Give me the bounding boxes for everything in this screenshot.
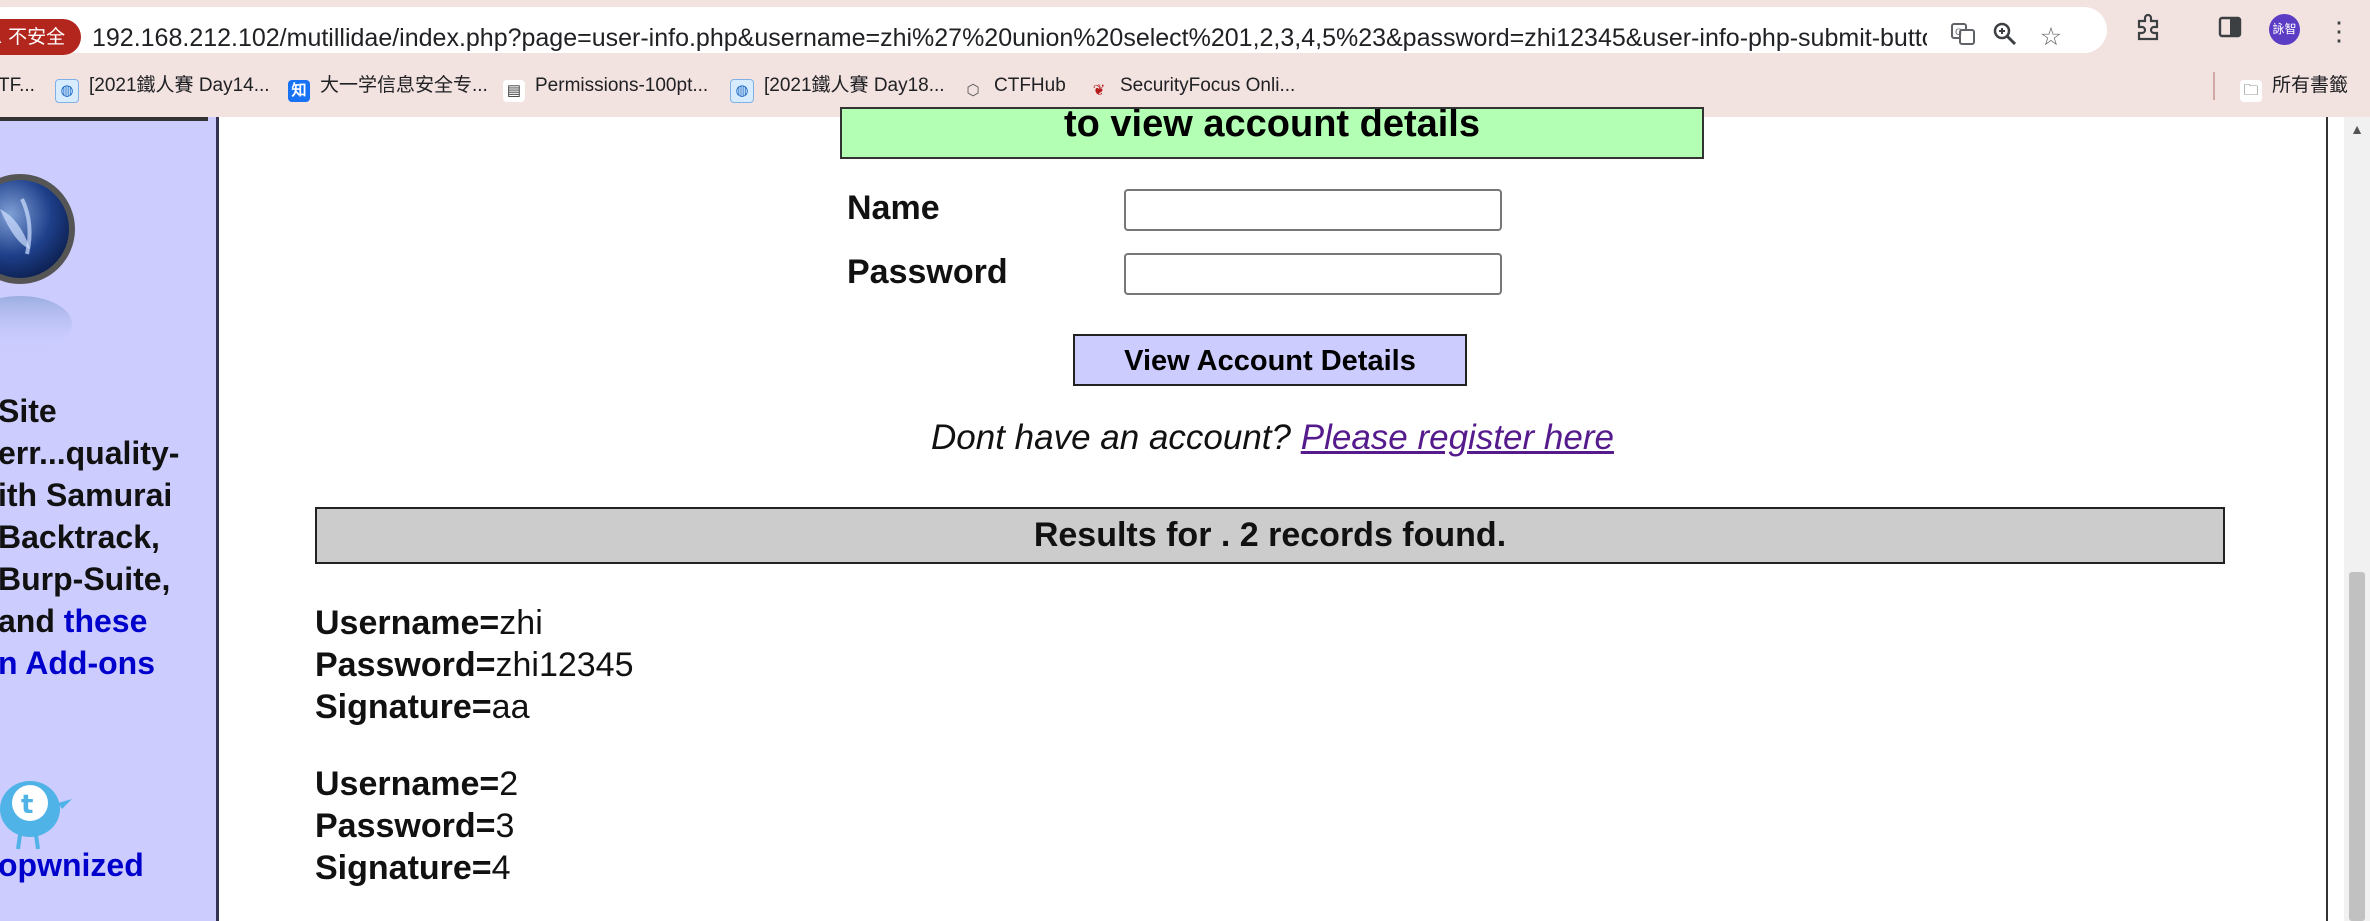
sidebar: Site err...quality- ith Samurai Backtrac… <box>0 117 219 921</box>
username-value: zhi <box>499 604 543 642</box>
password-input[interactable] <box>1124 253 1502 295</box>
security-chip[interactable]: ⚠ 不安全 <box>0 19 82 55</box>
bookmark-item[interactable]: TF... <box>0 66 35 106</box>
securityfocus-icon: ❦ <box>1092 82 1106 99</box>
ctfhub-icon: ⬡ <box>966 82 980 99</box>
result-record: Username=zhi Password=zhi12345 Signature… <box>315 602 634 728</box>
bookmark-label: [2021鐵人賽 Day18... <box>764 75 945 96</box>
sidebar-line: Burp-Suite, <box>0 561 171 597</box>
svg-text:t: t <box>21 790 33 820</box>
sidebar-divider <box>0 117 208 121</box>
zoom-icon[interactable] <box>1989 21 2021 53</box>
bookmarks-divider <box>2213 72 2215 100</box>
name-label: Name <box>847 189 940 227</box>
register-prompt: Dont have an account? <box>931 418 1291 457</box>
sidebar-description: Site err...quality- ith Samurai Backtrac… <box>0 390 216 684</box>
url-text[interactable]: 192.168.212.102/mutillidae/index.php?pag… <box>92 23 1927 53</box>
menu-icon[interactable]: ⋮ <box>2321 13 2357 49</box>
signature-label: Signature= <box>315 849 492 887</box>
bookmark-item[interactable]: ◍ [2021鐵人賽 Day14... <box>55 66 270 106</box>
main-content: to view account details Name Password Vi… <box>219 107 2326 921</box>
sidebar-line: ith Samurai <box>0 477 173 513</box>
bookmark-item[interactable]: ▤ Permissions-100pt... <box>503 66 708 106</box>
bookmark-label: [2021鐵人賽 Day14... <box>89 75 270 96</box>
bookmark-label: Permissions-100pt... <box>535 75 709 96</box>
folder-icon: 🗀 <box>2240 80 2262 102</box>
password-value: 3 <box>495 807 515 845</box>
scroll-up-icon[interactable]: ▲ <box>2344 121 2370 137</box>
warning-icon: ⚠ <box>0 27 2 47</box>
username-value: 2 <box>499 765 519 803</box>
record-signature-row: Signature=4 <box>315 847 518 889</box>
side-panel-icon[interactable] <box>2212 13 2248 49</box>
results-header: Results for . 2 records found. <box>315 507 2225 564</box>
signature-value: 4 <box>491 849 511 887</box>
bookmark-item[interactable]: ⬡ CTFHub <box>962 66 1066 106</box>
bookmark-item[interactable]: 知大一学信息安全专... <box>288 66 488 106</box>
extensions-icon[interactable] <box>2130 13 2166 49</box>
all-bookmarks-button[interactable]: 🗀 所有書籤 <box>2240 66 2348 106</box>
name-input[interactable] <box>1124 189 1502 231</box>
view-account-details-button[interactable]: View Account Details <box>1073 334 1467 386</box>
scrollbar-thumb[interactable] <box>2349 572 2365 921</box>
vertical-scrollbar[interactable]: ▲ <box>2344 117 2370 921</box>
form-heading-text: to view account details <box>1064 107 1480 145</box>
document-icon: ▤ <box>503 80 525 102</box>
profile-avatar[interactable]: 詠智 <box>2269 14 2300 45</box>
bookmark-item[interactable]: ◍ [2021鐵人賽 Day18... <box>730 66 945 106</box>
pwn-link[interactable]: opwnized <box>0 847 144 884</box>
record-username-row: Username=2 <box>315 763 518 805</box>
owasp-logo-icon[interactable] <box>0 149 96 359</box>
all-bookmarks-label: 所有書籤 <box>2272 75 2349 96</box>
result-record: Username=2 Password=3 Signature=4 <box>315 763 518 889</box>
bookmark-label: CTFHub <box>994 75 1066 96</box>
addons-link[interactable]: n Add-ons <box>0 642 216 684</box>
svg-text:G: G <box>1955 28 1962 38</box>
signature-label: Signature= <box>315 688 492 726</box>
bookmark-label: 大一学信息安全专... <box>320 75 488 96</box>
address-bar[interactable]: ⚠ 不安全 192.168.212.102/mutillidae/index.ph… <box>0 7 2107 55</box>
globe-icon: ◍ <box>730 79 754 103</box>
record-username-row: Username=zhi <box>315 602 634 644</box>
bookmark-star-icon[interactable]: ☆ <box>2035 21 2067 53</box>
globe-icon: ◍ <box>55 79 79 103</box>
password-label: Password= <box>315 807 496 845</box>
username-label: Username= <box>315 765 500 803</box>
bookmark-label: SecurityFocus Onli... <box>1120 75 1296 96</box>
bookmarks-bar: TF... ◍ [2021鐵人賽 Day14... 知大一学信息安全专... ▤ P… <box>0 66 2370 106</box>
register-link[interactable]: Please register here <box>1301 418 1614 457</box>
these-link[interactable]: these <box>64 603 148 639</box>
password-label: Password= <box>315 646 496 684</box>
content-border <box>2326 117 2328 921</box>
sidebar-and-text: and <box>0 603 64 639</box>
username-label: Username= <box>315 604 500 642</box>
translate-icon[interactable]: G <box>1947 21 1979 53</box>
register-line: Dont have an account? Please register he… <box>219 418 2326 458</box>
bookmark-label: TF... <box>0 75 35 96</box>
password-value: zhi12345 <box>495 646 634 684</box>
sidebar-line: Site <box>0 393 57 429</box>
security-label: 不安全 <box>8 27 66 48</box>
web-page: Site err...quality- ith Samurai Backtrac… <box>0 107 2370 921</box>
sidebar-line: err...quality- <box>0 435 180 471</box>
zhihu-icon: 知 <box>288 80 310 102</box>
signature-value: aa <box>491 688 530 726</box>
sidebar-line: Backtrack, <box>0 519 160 555</box>
record-password-row: Password=3 <box>315 805 518 847</box>
browser-toolbar: ⚠ 不安全 192.168.212.102/mutillidae/index.ph… <box>0 0 2370 117</box>
record-signature-row: Signature=aa <box>315 686 634 728</box>
record-password-row: Password=zhi12345 <box>315 644 634 686</box>
bookmark-item[interactable]: ❦ SecurityFocus Onli... <box>1088 66 1296 106</box>
password-label: Password <box>847 253 1008 291</box>
form-heading: to view account details <box>840 107 1704 159</box>
